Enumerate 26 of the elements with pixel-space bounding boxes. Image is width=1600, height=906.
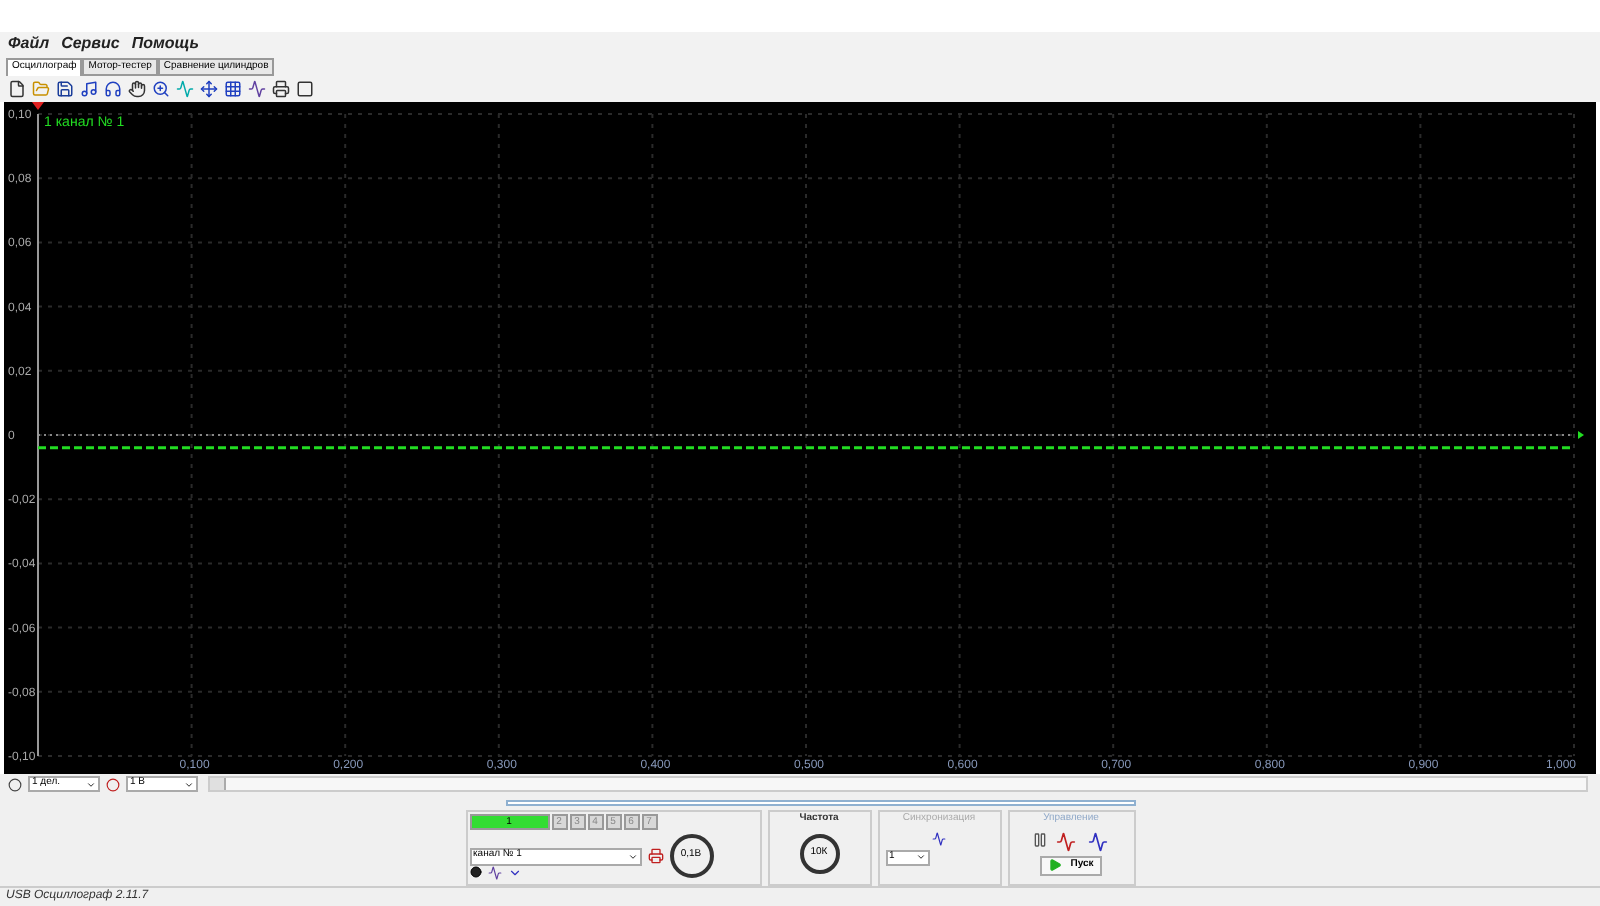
window-icon[interactable]: [296, 80, 314, 98]
note-icon[interactable]: [80, 80, 98, 98]
new-file-icon[interactable]: [8, 80, 26, 98]
waves-icon[interactable]: [1083, 831, 1111, 851]
menu-item[interactable]: Помощь: [131, 32, 200, 56]
play-icon: [1048, 858, 1063, 872]
printer-icon[interactable]: [272, 80, 290, 98]
wave-icon[interactable]: [248, 80, 266, 98]
volt-zoom-icon[interactable]: [106, 777, 120, 791]
save-icon[interactable]: [56, 80, 74, 98]
wave-icon[interactable]: [487, 866, 501, 880]
level-marker-icon[interactable]: [1578, 431, 1584, 439]
menu-item[interactable]: Сервис: [61, 32, 120, 56]
zoom-in-icon[interactable]: [152, 80, 170, 98]
grid-icon[interactable]: [224, 80, 242, 98]
edge-icon[interactable]: [932, 831, 946, 845]
hand-icon[interactable]: [128, 80, 146, 98]
pause-icon[interactable]: [1031, 831, 1047, 847]
pulse-icon[interactable]: [176, 80, 194, 98]
dot-icon[interactable]: [469, 866, 481, 878]
headphones-icon[interactable]: [104, 80, 122, 98]
waveform-icon[interactable]: [1051, 831, 1079, 851]
horizontal-scrollbar[interactable]: [208, 776, 1588, 792]
time-zoom-icon[interactable]: [8, 777, 22, 791]
move-icon[interactable]: [200, 80, 218, 98]
menu-item[interactable]: Файл: [8, 32, 50, 56]
